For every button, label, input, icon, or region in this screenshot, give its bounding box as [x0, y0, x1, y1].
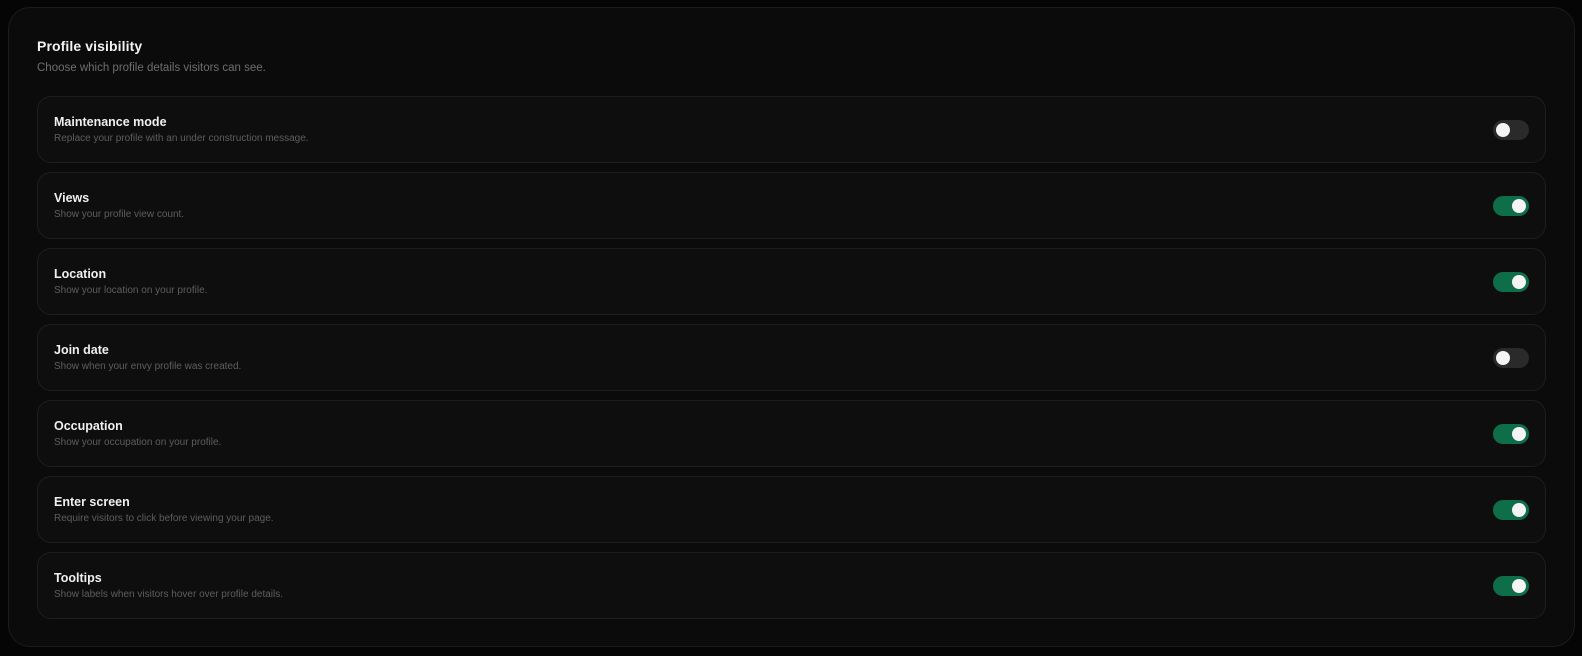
- maintenance-mode-toggle[interactable]: [1493, 120, 1529, 140]
- setting-description: Show labels when visitors hover over pro…: [54, 589, 283, 600]
- setting-description: Show your occupation on your profile.: [54, 437, 222, 448]
- toggle-knob: [1512, 579, 1526, 593]
- occupation-toggle[interactable]: [1493, 424, 1529, 444]
- setting-row-location: Location Show your location on your prof…: [37, 248, 1546, 315]
- setting-title: Tooltips: [54, 571, 102, 585]
- enter-screen-toggle[interactable]: [1493, 500, 1529, 520]
- toggle-knob: [1512, 199, 1526, 213]
- panel-subtitle: Choose which profile details visitors ca…: [37, 62, 266, 74]
- setting-description: Require visitors to click before viewing…: [54, 513, 274, 524]
- views-toggle[interactable]: [1493, 196, 1529, 216]
- setting-row-maintenance-mode: Maintenance mode Replace your profile wi…: [37, 96, 1546, 163]
- setting-description: Replace your profile with an under const…: [54, 133, 309, 144]
- setting-row-occupation: Occupation Show your occupation on your …: [37, 400, 1546, 467]
- setting-row-tooltips: Tooltips Show labels when visitors hover…: [37, 552, 1546, 619]
- tooltips-toggle[interactable]: [1493, 576, 1529, 596]
- panel-title: Profile visibility: [37, 38, 143, 54]
- setting-title: Join date: [54, 343, 109, 357]
- toggle-knob: [1512, 275, 1526, 289]
- settings-list: Maintenance mode Replace your profile wi…: [37, 96, 1546, 628]
- toggle-knob: [1496, 351, 1510, 365]
- setting-row-enter-screen: Enter screen Require visitors to click b…: [37, 476, 1546, 543]
- join-date-toggle[interactable]: [1493, 348, 1529, 368]
- toggle-knob: [1496, 123, 1510, 137]
- setting-title: Occupation: [54, 419, 123, 433]
- location-toggle[interactable]: [1493, 272, 1529, 292]
- setting-title: Enter screen: [54, 495, 130, 509]
- setting-row-join-date: Join date Show when your envy profile wa…: [37, 324, 1546, 391]
- setting-description: Show when your envy profile was created.: [54, 361, 242, 372]
- toggle-knob: [1512, 503, 1526, 517]
- setting-title: Maintenance mode: [54, 115, 167, 129]
- setting-title: Views: [54, 191, 90, 205]
- setting-description: Show your location on your profile.: [54, 285, 208, 296]
- toggle-knob: [1512, 427, 1526, 441]
- profile-visibility-panel: Profile visibility Choose which profile …: [8, 7, 1575, 647]
- setting-row-views: Views Show your profile view count.: [37, 172, 1546, 239]
- setting-title: Location: [54, 267, 107, 281]
- setting-description: Show your profile view count.: [54, 209, 185, 220]
